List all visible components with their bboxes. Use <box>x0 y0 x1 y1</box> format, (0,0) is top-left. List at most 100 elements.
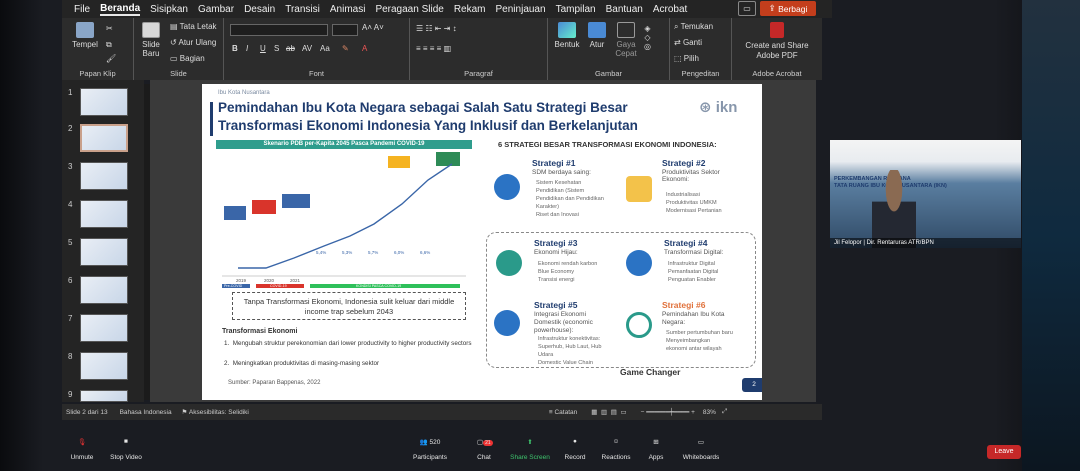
zoom-level[interactable]: 83% <box>703 409 716 416</box>
thumbnail-slide-6[interactable] <box>80 276 128 304</box>
menu-beranda[interactable]: Beranda <box>100 3 141 16</box>
fit-slide-icon[interactable]: ⤢ <box>722 408 727 416</box>
thumbnail-slide-3[interactable] <box>80 162 128 190</box>
menu-transisi[interactable]: Transisi <box>285 4 320 15</box>
grow-font-icon[interactable]: A˄ A˅ <box>362 23 384 32</box>
menu-gambar[interactable]: Gambar <box>198 4 234 15</box>
strategy-5-title: Strategi #5 <box>534 300 578 310</box>
reactions-button[interactable]: ☺ Reactions <box>598 438 634 461</box>
year-label: 2021 <box>290 278 301 283</box>
strategy-4-title: Strategi #4 <box>664 238 708 248</box>
new-slide-button[interactable]: Slide Baru <box>136 22 166 58</box>
chat-button[interactable]: ▢ 21 Chat <box>470 438 498 461</box>
game-changer-label: Game Changer <box>620 367 681 377</box>
menu-peragaan-slide[interactable]: Peragaan Slide <box>375 4 443 15</box>
apps-button[interactable]: ⊞ Apps <box>642 438 670 461</box>
font-name-select[interactable] <box>230 24 328 36</box>
comment-button[interactable]: ▭ <box>738 1 756 16</box>
share-button[interactable]: ⇪ Berbagi <box>760 1 816 16</box>
thumb-num: 9 <box>68 390 73 399</box>
share-screen-button[interactable]: ⬆ Share Screen <box>510 438 550 461</box>
thumbnail-slide-8[interactable] <box>80 352 128 380</box>
italic-button[interactable]: I <box>246 44 248 53</box>
slide-2[interactable]: Ibu Kota Nusantara Pemindahan Ibu Kota N… <box>202 84 762 400</box>
bold-button[interactable]: B <box>232 44 238 53</box>
menu-sisipkan[interactable]: Sisipkan <box>150 4 188 15</box>
paste-button[interactable]: Tempel <box>68 22 102 49</box>
reset-label: Atur Ulang <box>178 38 217 47</box>
accessibility-label: Aksesibilitas: Selidiki <box>188 409 249 416</box>
char-spacing-button[interactable]: AV <box>302 44 312 53</box>
growth-label: 6,6% <box>420 250 430 255</box>
notes-button[interactable]: ≡ Catatan <box>549 409 577 416</box>
arrange-button[interactable]: Atur <box>584 22 610 49</box>
whiteboards-button[interactable]: ▭ Whiteboards <box>678 438 724 461</box>
stop-video-label: Stop Video <box>110 454 142 461</box>
menu-file[interactable]: File <box>74 4 90 15</box>
growth-label: 6,0% <box>394 250 404 255</box>
stop-video-button[interactable]: ■ Stop Video <box>106 438 146 461</box>
thumbnail-slide-1[interactable] <box>80 88 128 116</box>
record-button[interactable]: ● Record <box>560 438 590 461</box>
participants-label: Participants <box>413 454 447 461</box>
format-painter-icon[interactable]: 🖌 <box>106 54 116 63</box>
unmute-button[interactable]: 🎙 Unmute <box>64 438 100 461</box>
whiteboards-label: Whiteboards <box>682 454 720 461</box>
language-indicator[interactable]: Bahasa Indonesia <box>120 409 172 416</box>
apps-icon: ⊞ <box>653 439 659 446</box>
replace-button[interactable]: ⇄ Ganti <box>674 38 702 47</box>
strategy-1-title: Strategi #1 <box>532 158 576 168</box>
thumbnail-slide-9[interactable] <box>80 390 128 402</box>
chart-box <box>282 194 310 208</box>
change-case-button[interactable]: Aa <box>320 44 330 53</box>
cut-icon[interactable]: ✂ <box>106 24 113 33</box>
thumbnail-slide-5[interactable] <box>80 238 128 266</box>
quick-styles-button[interactable]: Gaya Cepat <box>612 22 640 58</box>
leave-button[interactable]: Leave <box>987 445 1021 459</box>
shape-fill-icon[interactable]: ◈ ◇ ◎ <box>644 24 651 51</box>
menu-animasi[interactable]: Animasi <box>330 4 366 15</box>
font-size-select[interactable] <box>332 24 358 36</box>
share-label: Berbagi <box>778 3 808 14</box>
section-button[interactable]: ▭ Bagian <box>170 54 205 63</box>
copy-icon[interactable]: ⧉ <box>106 40 112 50</box>
highlight-icon[interactable]: ✎ <box>342 44 349 53</box>
create-pdf-button[interactable]: Create and Share Adobe PDF <box>736 22 818 61</box>
strikethrough-button[interactable]: ab <box>286 44 295 53</box>
participants-icon: 👥 520 <box>419 439 441 446</box>
zoom-slider[interactable]: − ━━━━━━┿━━━━ + <box>641 408 695 416</box>
screen: File Beranda Sisipkan Gambar Desain Tran… <box>0 0 1080 471</box>
shapes-button[interactable]: Bentuk <box>552 22 582 49</box>
reset-button[interactable]: ↺ Atur Ulang <box>170 38 216 47</box>
item-number: 1. <box>224 340 233 347</box>
year-label: 2019 <box>236 278 247 283</box>
find-button[interactable]: ⌕ Temukan <box>674 22 713 32</box>
participants-button[interactable]: 👥 520 Participants <box>408 438 452 461</box>
underline-button[interactable]: U <box>260 44 266 53</box>
accessibility-button[interactable]: ⚑ Aksesibilitas: Selidiki <box>182 408 249 416</box>
group-label: Adobe Acrobat <box>752 69 802 78</box>
select-button[interactable]: ⬚ Pilih <box>674 54 699 63</box>
menu-bantuan[interactable]: Bantuan <box>606 4 643 15</box>
strategy-1-bullet: Pendidikan (Sistem <box>536 188 585 194</box>
view-buttons[interactable]: ▦ ▥ ▤ ▭ <box>591 408 626 416</box>
webcam-view[interactable]: PERKEMBANGAN RENCANA TATA RUANG IBU KOTA… <box>830 140 1021 248</box>
menu-desain[interactable]: Desain <box>244 4 275 15</box>
menu-acrobat[interactable]: Acrobat <box>653 4 687 15</box>
thumbnail-slide-7[interactable] <box>80 314 128 342</box>
layout-button[interactable]: ▤ Tata Letak <box>170 22 217 31</box>
font-color-icon[interactable]: A <box>362 44 367 53</box>
bullets-icon[interactable]: ☰ ☷ ⇤ ⇥ ↕ <box>416 24 457 33</box>
strategy-4-bullet: Penguatan Enabler <box>668 277 716 283</box>
chat-badge: 21 <box>483 440 493 446</box>
thumbnail-slide-4[interactable] <box>80 200 128 228</box>
align-icons[interactable]: ≡ ≡ ≡ ≡ ▥ <box>416 44 451 53</box>
menu-rekam[interactable]: Rekam <box>454 4 486 15</box>
replace-label: Ganti <box>682 38 703 47</box>
menu-peninjauan[interactable]: Peninjauan <box>496 4 546 15</box>
thumbnail-slide-2[interactable] <box>80 124 128 152</box>
shadow-button[interactable]: S <box>274 44 279 53</box>
group-paragraf: ☰ ☷ ⇤ ⇥ ↕ ≡ ≡ ≡ ≡ ▥ Paragraf <box>410 18 548 80</box>
menu-tampilan[interactable]: Tampilan <box>556 4 596 15</box>
ribbon: Tempel ✂ ⧉ 🖌 Papan Klip Slide Baru ▤ Tat… <box>62 18 822 80</box>
